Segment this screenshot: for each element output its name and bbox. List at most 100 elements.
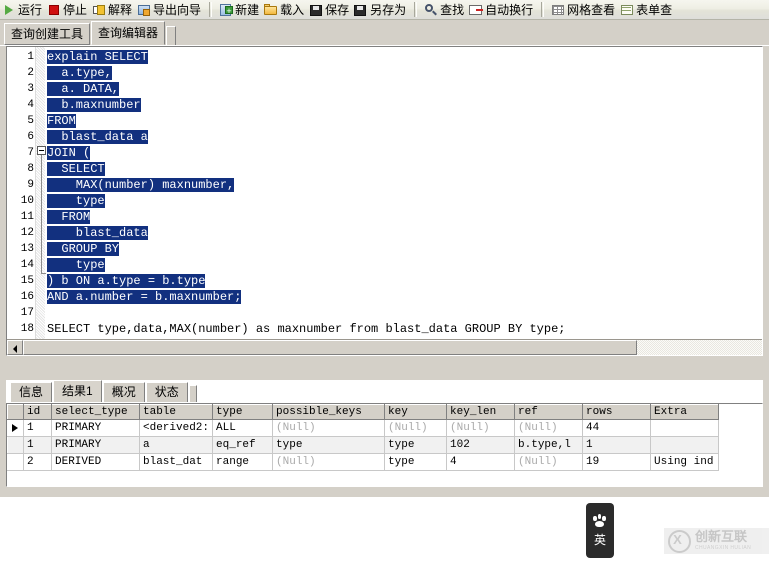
cell-key[interactable]: (Null) bbox=[384, 419, 448, 437]
cell-select_type[interactable]: PRIMARY bbox=[51, 436, 140, 454]
toolbar-button-stop[interactable]: 停止 bbox=[45, 1, 90, 19]
toolbar-button-new[interactable]: 新建 bbox=[217, 1, 262, 19]
explain-result-grid[interactable]: id select_type table type possible_keys key ke… bbox=[6, 403, 763, 487]
line-number: 4 bbox=[27, 99, 34, 111]
toolbar-button-export-wizard[interactable]: 导出向导 bbox=[135, 1, 204, 19]
cell-select_type[interactable]: DERIVED bbox=[51, 453, 140, 471]
toolbar-button-explain[interactable]: 解释 bbox=[90, 1, 135, 19]
toolbar-button-save-as[interactable]: 另存为 bbox=[352, 1, 409, 19]
tab-status[interactable]: 状态 bbox=[145, 382, 188, 402]
cell-possible_keys[interactable]: (Null) bbox=[272, 419, 386, 437]
sql-editor[interactable]: 1 2 3 4 5 6 7 8 9 10 11 12 13 14 15 16 17 18 explain SELE… bbox=[6, 46, 763, 356]
code-line[interactable]: b.maxnumber bbox=[47, 97, 762, 113]
cell-id[interactable]: 2 bbox=[23, 453, 52, 471]
cell-id[interactable]: 1 bbox=[23, 419, 52, 437]
code-line[interactable]: FROM bbox=[47, 113, 762, 129]
row-selector-current[interactable] bbox=[7, 419, 24, 437]
column-header-ref[interactable]: ref bbox=[514, 404, 584, 420]
code-line[interactable]: explain SELECT bbox=[47, 49, 762, 65]
code-folding-column[interactable] bbox=[35, 47, 46, 355]
code-line[interactable]: MAX(number) maxnumber, bbox=[47, 177, 762, 193]
toolbar-button-auto-wrap[interactable]: 自动换行 bbox=[467, 1, 536, 19]
code-line[interactable]: a.type, bbox=[47, 65, 762, 81]
cell-key[interactable]: type bbox=[384, 436, 448, 454]
toolbar-button-grid-view[interactable]: 网格查看 bbox=[549, 1, 618, 19]
cell-Extra[interactable]: Using ind bbox=[650, 453, 720, 471]
tab-query-editor[interactable]: 查询编辑器 bbox=[91, 21, 166, 45]
code-line[interactable]: JOIN ( bbox=[47, 145, 762, 161]
code-line[interactable]: blast_data a bbox=[47, 129, 762, 145]
column-header-select_type[interactable]: select_type bbox=[51, 404, 140, 420]
cell-rows[interactable]: 44 bbox=[582, 419, 652, 437]
cell-type[interactable]: ALL bbox=[212, 419, 274, 437]
cell-select_type[interactable]: PRIMARY bbox=[51, 419, 140, 437]
editor-horizontal-scrollbar[interactable] bbox=[7, 339, 762, 355]
ime-floating-bar[interactable]: 英 bbox=[586, 503, 614, 558]
line-number: 10 bbox=[20, 195, 34, 207]
scroll-left-arrow-icon[interactable] bbox=[7, 340, 23, 355]
code-line[interactable]: AND a.number = b.maxnumber; bbox=[47, 289, 762, 305]
cell-type[interactable]: range bbox=[212, 453, 274, 471]
code-line[interactable]: type bbox=[47, 257, 762, 273]
column-header-rows[interactable]: rows bbox=[582, 404, 652, 420]
fold-toggle-icon[interactable] bbox=[37, 146, 46, 155]
cell-ref[interactable]: b.type,l bbox=[514, 436, 584, 454]
cell-key_len[interactable]: 4 bbox=[446, 453, 516, 471]
column-header-id[interactable]: id bbox=[23, 404, 52, 420]
tab-profile[interactable]: 概况 bbox=[102, 382, 145, 402]
cell-table[interactable]: a bbox=[139, 436, 214, 454]
scroll-thumb[interactable] bbox=[23, 340, 637, 355]
row-selector-header[interactable] bbox=[7, 404, 24, 420]
editor-code-area[interactable]: explain SELECT a.type, a. DATA, b.maxnum… bbox=[47, 49, 762, 337]
code-line[interactable]: GROUP BY bbox=[47, 241, 762, 257]
table-row[interactable]: 2 DERIVED blast_dat range (Null) type 4 (Null) 1… bbox=[7, 453, 720, 471]
cell-rows[interactable]: 1 bbox=[582, 436, 652, 454]
code-line[interactable]: SELECT bbox=[47, 161, 762, 177]
cell-Extra[interactable] bbox=[650, 419, 720, 437]
row-selector[interactable] bbox=[7, 436, 24, 454]
table-row[interactable]: 1 PRIMARY <derived2: ALL (Null) (Null) (Null)(… bbox=[7, 419, 720, 437]
column-header-possible_keys[interactable]: possible_keys bbox=[272, 404, 386, 420]
code-line[interactable]: a. DATA, bbox=[47, 81, 762, 97]
table-row[interactable]: 1 PRIMARY a eq_ref type type 102 b.type,l 1 bbox=[7, 436, 720, 454]
cell-type[interactable]: eq_ref bbox=[212, 436, 274, 454]
column-header-table[interactable]: table bbox=[138, 404, 214, 420]
cell-key_len[interactable]: (Null) bbox=[446, 419, 516, 437]
column-header-Extra[interactable]: Extra bbox=[650, 404, 720, 420]
cell-possible_keys[interactable]: (Null) bbox=[272, 453, 386, 471]
toolbar-button-save[interactable]: 保存 bbox=[307, 1, 352, 19]
cell-table[interactable]: <derived2: bbox=[139, 419, 214, 437]
ime-mode-label[interactable]: 英 bbox=[594, 533, 606, 547]
tab-result-1[interactable]: 结果1 bbox=[53, 380, 102, 402]
cell-rows[interactable]: 19 bbox=[582, 453, 652, 471]
code-line[interactable]: ) b ON a.type = b.type bbox=[47, 273, 762, 289]
row-selector[interactable] bbox=[7, 453, 24, 471]
code-line[interactable]: blast_data bbox=[47, 225, 762, 241]
cell-ref[interactable]: (Null) bbox=[514, 419, 584, 437]
toolbar-button-run[interactable]: 运行 bbox=[0, 1, 45, 19]
code-line[interactable] bbox=[47, 305, 762, 321]
cell-ref[interactable]: (Null) bbox=[514, 453, 584, 471]
code-line[interactable]: type bbox=[47, 193, 762, 209]
cell-possible_keys[interactable]: type bbox=[272, 436, 386, 454]
watermark-text-cn: 创新互联 bbox=[695, 530, 748, 545]
cell-key_len[interactable]: 102 bbox=[446, 436, 516, 454]
toolbar-button-form-view[interactable]: 表单查 bbox=[618, 1, 675, 19]
toolbar-button-load[interactable]: 载入 bbox=[262, 1, 307, 19]
line-number: 2 bbox=[27, 67, 34, 79]
column-header-key_len[interactable]: key_len bbox=[446, 404, 516, 420]
scroll-track[interactable] bbox=[637, 340, 762, 355]
tab-query-builder[interactable]: 查询创建工具 bbox=[4, 23, 91, 45]
tab-info[interactable]: 信息 bbox=[10, 382, 53, 402]
site-watermark: 创新互联 CHUANGXIN HULIAN bbox=[664, 528, 769, 554]
cell-table[interactable]: blast_dat bbox=[139, 453, 214, 471]
toolbar-button-find[interactable]: 查找 bbox=[422, 1, 467, 19]
cell-Extra[interactable] bbox=[650, 436, 720, 454]
cell-key[interactable]: type bbox=[384, 453, 448, 471]
code-line[interactable]: SELECT type,data,MAX(number) as maxnumbe… bbox=[47, 321, 762, 337]
line-number: 17 bbox=[20, 307, 34, 319]
cell-id[interactable]: 1 bbox=[23, 436, 52, 454]
code-line[interactable]: FROM bbox=[47, 209, 762, 225]
column-header-key[interactable]: key bbox=[384, 404, 448, 420]
column-header-type[interactable]: type bbox=[212, 404, 274, 420]
